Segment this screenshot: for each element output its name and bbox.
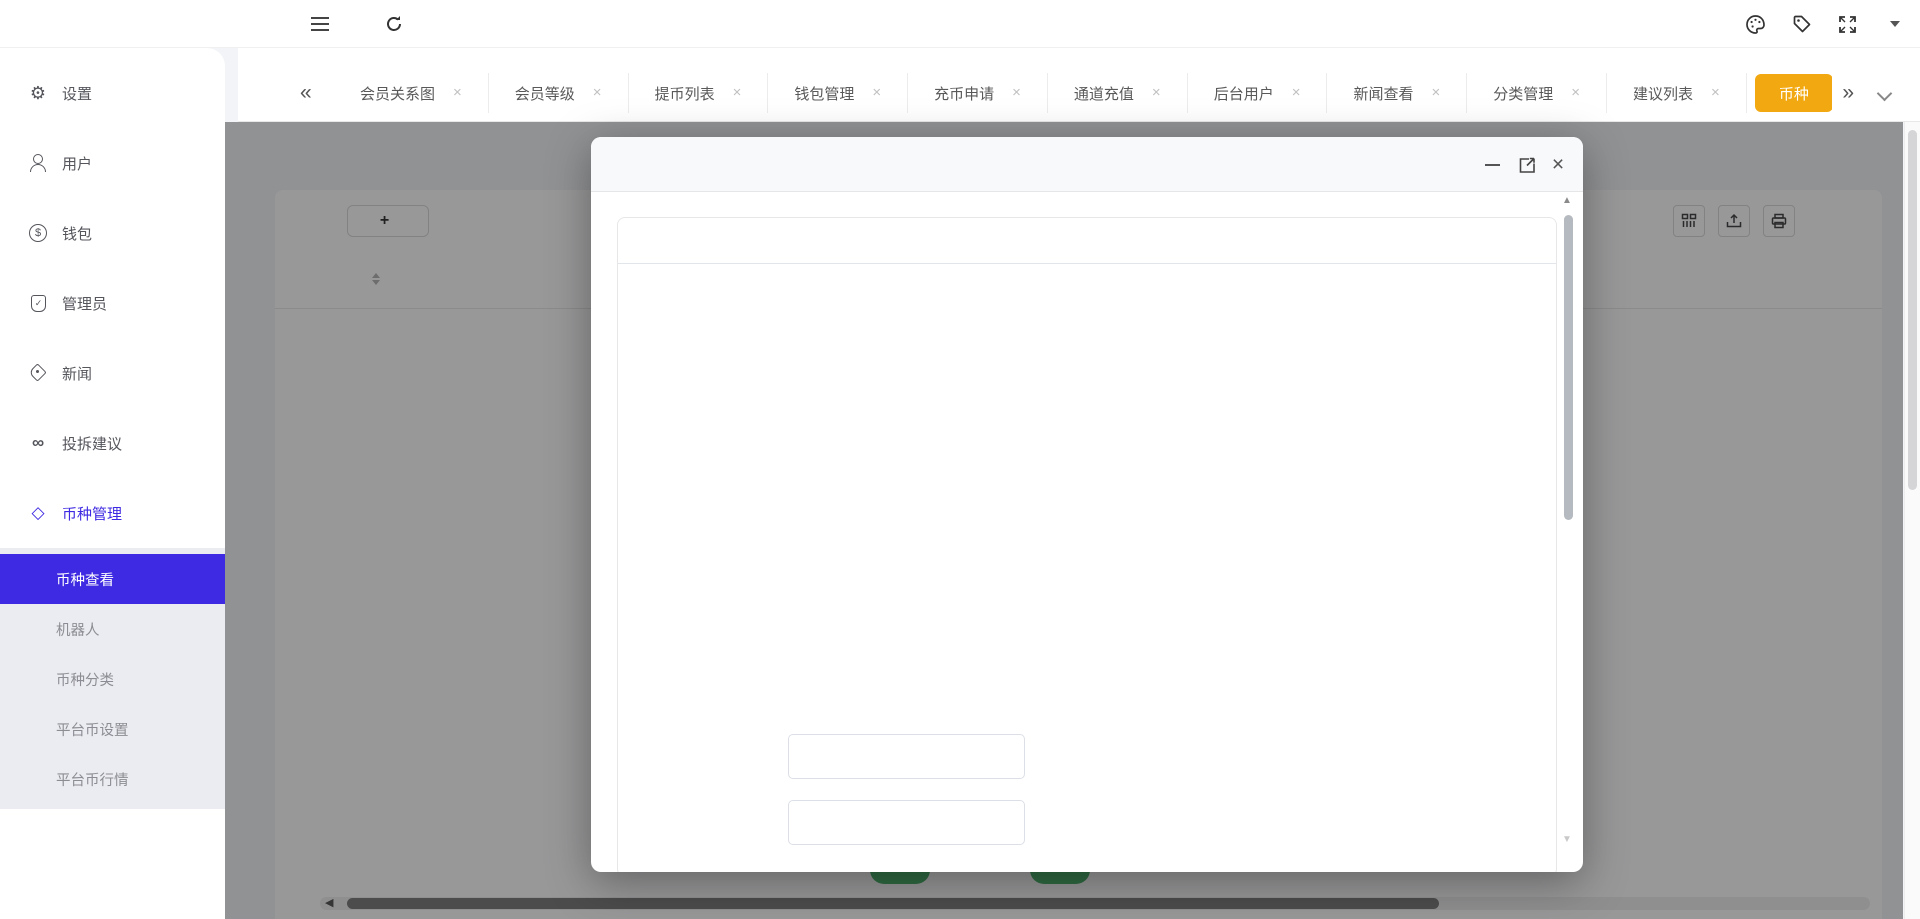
fullscreen-icon[interactable] bbox=[1838, 15, 1857, 34]
field-label bbox=[662, 648, 772, 693]
shield-icon bbox=[28, 293, 48, 313]
page-tab[interactable]: 会员等级 × bbox=[489, 73, 629, 113]
close-icon[interactable]: × bbox=[1711, 86, 1720, 100]
sidebar-subitem[interactable]: 币种分类 bbox=[0, 654, 225, 704]
sidebar-subitem[interactable]: 币种查看 bbox=[0, 554, 225, 604]
close-icon[interactable]: × bbox=[1571, 86, 1580, 100]
cny-ratio-row bbox=[591, 800, 1583, 845]
sidebar-item[interactable]: 设置 bbox=[0, 58, 225, 128]
sidebar-subitem[interactable]: 平台币行情 bbox=[0, 754, 225, 804]
page-tabs-bar: « 会员关系图 × 会员等级 × 提币列表 × 钱包管理 bbox=[238, 48, 1920, 122]
user-icon bbox=[28, 153, 48, 173]
scroll-down-icon[interactable]: ▼ bbox=[1562, 834, 1572, 845]
dialog-tabs bbox=[618, 218, 1556, 264]
sidebar-item[interactable]: 投拆建议 bbox=[0, 408, 225, 478]
page-tab[interactable]: 新闻查看 × bbox=[1327, 73, 1467, 113]
user-menu[interactable] bbox=[1883, 21, 1900, 27]
page-tab[interactable]: 建议列表 × bbox=[1607, 73, 1747, 113]
close-icon[interactable]: × bbox=[593, 86, 602, 100]
close-icon[interactable]: × bbox=[733, 86, 742, 100]
sidebar-item[interactable]: 新闻 bbox=[0, 338, 225, 408]
maximize-icon[interactable] bbox=[1516, 154, 1538, 176]
tag-icon[interactable] bbox=[1792, 14, 1812, 34]
value-input[interactable] bbox=[788, 734, 1025, 779]
dialog-scrollbar-thumb[interactable] bbox=[1564, 215, 1573, 520]
page-tab[interactable]: 通道充值 × bbox=[1048, 73, 1188, 113]
value-row bbox=[591, 734, 1583, 779]
sidebar-main-menu: 设置 用户 钱包 管理员 新闻 bbox=[0, 48, 225, 548]
page-tab[interactable]: 提币列表 × bbox=[629, 73, 769, 113]
infinity-icon bbox=[28, 433, 48, 453]
tabs-strip: 会员关系图 × 会员等级 × 提币列表 × 钱包管理 × bbox=[334, 72, 1832, 114]
sidebar-item[interactable]: 币种管理 bbox=[0, 478, 225, 548]
sidebar: 设置 用户 钱包 管理员 新闻 bbox=[0, 48, 225, 919]
tag-icon bbox=[28, 363, 48, 383]
refresh-icon[interactable] bbox=[380, 0, 408, 48]
caret-down-icon bbox=[1890, 21, 1900, 27]
page-tab[interactable]: 分类管理 × bbox=[1467, 73, 1607, 113]
collapse-menu-icon[interactable] bbox=[306, 0, 334, 48]
cny-ratio-input[interactable] bbox=[788, 800, 1025, 845]
sidebar-item[interactable]: 管理员 bbox=[0, 268, 225, 338]
wallet-icon bbox=[28, 223, 48, 243]
page-scrollbar-thumb[interactable] bbox=[1908, 130, 1917, 490]
close-icon[interactable]: × bbox=[1152, 86, 1161, 100]
diamond-icon bbox=[28, 503, 48, 523]
close-icon[interactable]: × bbox=[872, 86, 881, 100]
exchange-admin-page: « 会员关系图 × 会员等级 × 提币列表 × 钱包管理 bbox=[0, 0, 1920, 919]
close-icon[interactable]: × bbox=[453, 86, 462, 100]
sidebar-item[interactable]: 用户 bbox=[0, 128, 225, 198]
gear-icon bbox=[28, 83, 48, 103]
sidebar-subitem[interactable]: 机器人 bbox=[0, 604, 225, 654]
scroll-up-icon[interactable]: ▲ bbox=[1562, 195, 1572, 206]
page-scrollbar[interactable] bbox=[1904, 122, 1920, 919]
dialog-header: × bbox=[591, 137, 1583, 192]
close-icon[interactable]: × bbox=[1431, 86, 1440, 100]
edit-coin-dialog: × ▲ ▼ bbox=[591, 137, 1583, 872]
page-tab[interactable]: 后台用户 × bbox=[1188, 73, 1328, 113]
minimize-icon[interactable] bbox=[1481, 154, 1503, 176]
page-tab[interactable]: 会员关系图 × bbox=[334, 73, 489, 113]
category-row bbox=[591, 648, 1583, 693]
tabs-chevron-down-icon[interactable] bbox=[1877, 86, 1893, 102]
sidebar-submenu-coin-management: 币种查看 机器人 币种分类 平台币设置 平台币行情 bbox=[0, 548, 225, 809]
page-tab[interactable]: 钱包管理 × bbox=[768, 73, 908, 113]
page-tab[interactable]: 充币申请 × bbox=[908, 73, 1048, 113]
sidebar-subitem[interactable]: 平台币设置 bbox=[0, 704, 225, 754]
tabs-scroll-left-icon[interactable]: « bbox=[300, 76, 312, 110]
close-icon[interactable]: × bbox=[1012, 86, 1021, 100]
page-tab[interactable]: 币种 × bbox=[1755, 74, 1832, 112]
close-icon[interactable]: × bbox=[1547, 154, 1569, 176]
sidebar-item[interactable]: 钱包 bbox=[0, 198, 225, 268]
top-header bbox=[0, 0, 1920, 48]
close-icon[interactable]: × bbox=[1292, 86, 1301, 100]
tabs-scroll-right-icon[interactable]: » bbox=[1842, 76, 1854, 110]
palette-icon[interactable] bbox=[1745, 14, 1766, 35]
header-right-controls bbox=[1745, 0, 1900, 48]
